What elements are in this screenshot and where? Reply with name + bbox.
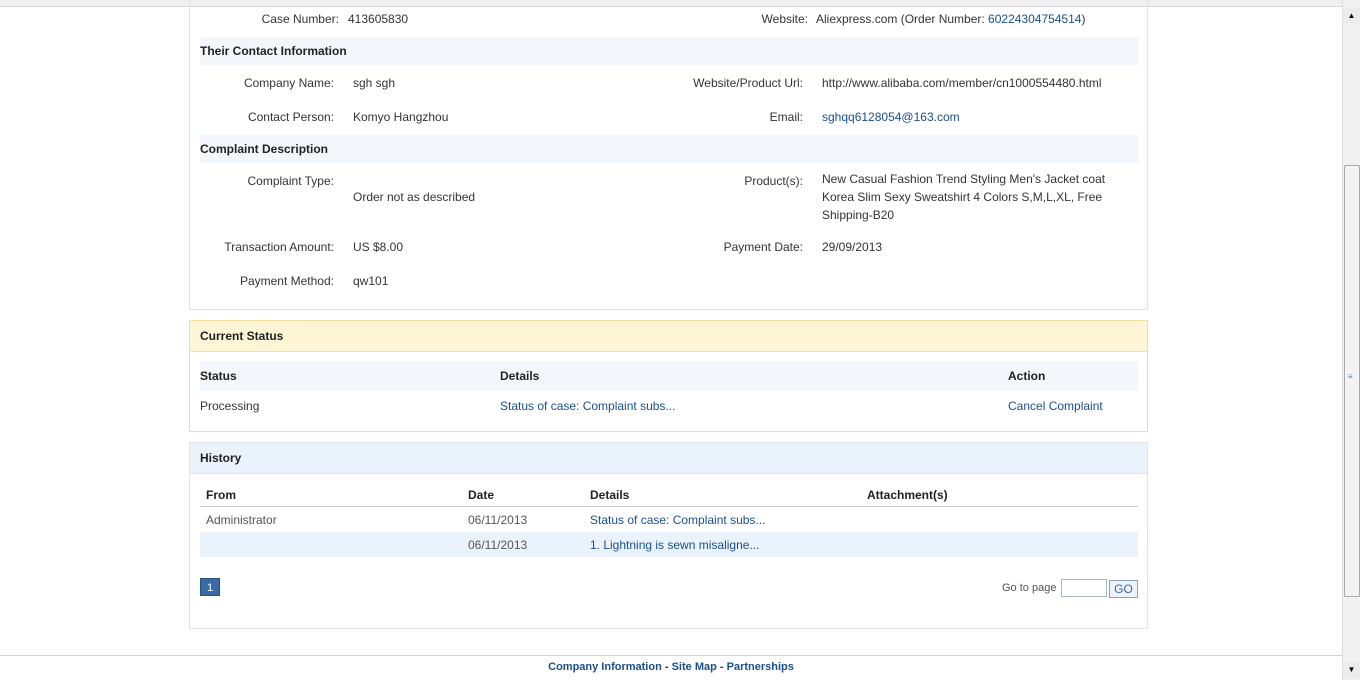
transaction-amount-value: US $8.00: [353, 240, 404, 254]
goto-page-input[interactable]: [1061, 579, 1107, 597]
product-url-value: http://www.alibaba.com/member/cn10005544…: [822, 76, 1102, 90]
products-label: Product(s):: [744, 174, 803, 188]
status-column-header: Status: [200, 369, 237, 383]
footer-links: Company Information - Site Map - Partner…: [0, 661, 1342, 673]
payment-date-value: 29/09/2013: [822, 240, 883, 254]
go-button[interactable]: GO: [1109, 580, 1138, 598]
history-details-link[interactable]: Status of case: Complaint subs...: [590, 513, 765, 527]
current-status-header: [190, 321, 1147, 352]
table-row: Administrator 06/11/2013 Status of case:…: [200, 507, 1138, 532]
scrollbar-thumb[interactable]: ≡: [1344, 165, 1360, 597]
current-status-title: Current Status: [200, 329, 284, 343]
email-link[interactable]: sghqq6128054@163.com: [822, 110, 960, 124]
vertical-scrollbar[interactable]: ▲ ≡ ▼: [1342, 0, 1360, 680]
product-line-1: New Casual Fashion Trend Styling Men's J…: [822, 172, 1106, 186]
case-number-label: Case Number:: [261, 12, 339, 26]
from-column-header: From: [206, 488, 236, 502]
product-line-3: Shipping-B20: [822, 208, 895, 222]
triangle-up-icon[interactable]: ▲: [1343, 8, 1360, 24]
history-details-link[interactable]: 1. Lightning is sewn misaligne...: [590, 538, 759, 552]
date-column-header: Date: [468, 488, 495, 502]
history-from: Administrator: [206, 513, 277, 527]
history-panel: History From Date Details Attachment(s) …: [189, 442, 1148, 629]
transaction-amount-label: Transaction Amount:: [224, 240, 334, 254]
contact-section-title: Their Contact Information: [200, 44, 347, 58]
company-name-value: sgh sgh: [353, 76, 396, 90]
website-value: Aliexpress.com (Order Number: 6022430475…: [816, 12, 1086, 26]
payment-method-value: qw101: [353, 274, 389, 288]
current-status-panel: Current Status Status Details Action Pro…: [189, 320, 1148, 432]
complaint-type-label: Complaint Type:: [247, 174, 335, 188]
payment-date-label: Payment Date:: [723, 240, 803, 254]
case-info-panel: Case Number: 413605830 Website: Aliexpre…: [189, 0, 1148, 310]
status-table-header: [200, 361, 1138, 391]
details-column-header: Details: [500, 369, 540, 383]
case-number-value: 413605830: [348, 12, 409, 26]
attachments-column-header: Attachment(s): [867, 488, 948, 502]
table-row: 06/11/2013 1. Lightning is sewn misalign…: [200, 532, 1138, 557]
complaint-section-title: Complaint Description: [200, 142, 329, 156]
history-date: 06/11/2013: [468, 513, 528, 527]
history-details-column-header: Details: [590, 488, 630, 502]
status-value: Processing: [200, 399, 260, 413]
company-information-link[interactable]: Company Information: [548, 661, 662, 673]
product-url-label: Website/Product Url:: [693, 76, 803, 90]
action-column-header: Action: [1008, 369, 1046, 383]
triangle-down-icon[interactable]: ▼: [1343, 662, 1360, 678]
contact-person-value: Komyo Hangzhou: [353, 110, 449, 124]
company-name-label: Company Name:: [243, 76, 334, 90]
footer-separator: -: [719, 661, 724, 673]
cancel-complaint-link[interactable]: Cancel Complaint: [1008, 399, 1103, 413]
page-1-button[interactable]: 1: [200, 578, 220, 596]
contact-person-label: Contact Person:: [247, 110, 334, 124]
complaint-section-header: [200, 135, 1138, 163]
payment-method-label: Payment Method:: [239, 274, 334, 288]
history-header: [190, 443, 1147, 474]
footer-divider: [0, 655, 1342, 656]
grip-icon: ≡: [1348, 372, 1353, 381]
status-details-link[interactable]: Status of case: Complaint subs...: [500, 399, 675, 413]
goto-page-label: Go to page: [1002, 582, 1057, 594]
email-label: Email:: [769, 110, 803, 124]
partnerships-link[interactable]: Partnerships: [727, 661, 794, 673]
history-date: 06/11/2013: [468, 538, 528, 552]
product-line-2: Korea Slim Sexy Sweatshirt 4 Colors S,M,…: [822, 190, 1103, 204]
complaint-type-value: Order not as described: [353, 190, 476, 204]
site-map-link[interactable]: Site Map: [672, 661, 717, 673]
history-title: History: [200, 451, 242, 465]
order-number-link[interactable]: 60224304754514: [988, 12, 1081, 26]
footer-separator: -: [664, 661, 669, 673]
website-label: Website:: [761, 12, 808, 26]
